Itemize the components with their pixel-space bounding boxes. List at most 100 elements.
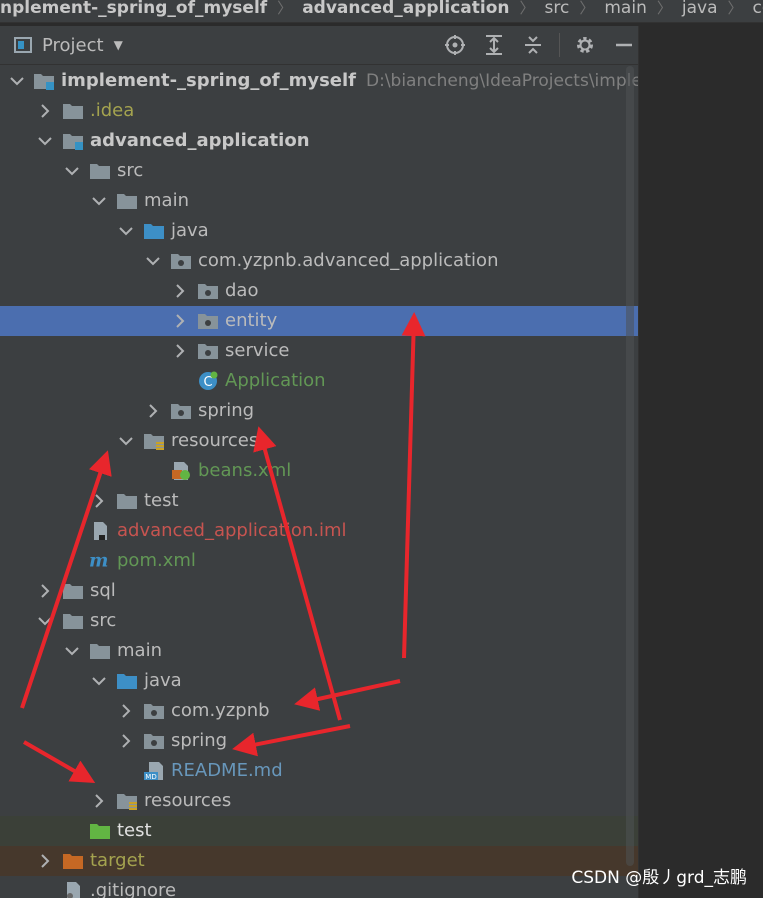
- tree-node[interactable]: .gitignore: [0, 876, 638, 898]
- spring-class-icon: C: [197, 371, 219, 391]
- tree-node[interactable]: dao: [0, 276, 638, 306]
- tree-node[interactable]: java: [0, 666, 638, 696]
- tree-node[interactable]: C Application: [0, 366, 638, 396]
- gear-icon[interactable]: [571, 31, 599, 59]
- folder-icon: [116, 491, 138, 511]
- tree-node[interactable]: main: [0, 186, 638, 216]
- tree-node[interactable]: sql: [0, 576, 638, 606]
- project-view-selector[interactable]: Project ▼: [0, 35, 123, 56]
- package-icon: [170, 251, 192, 271]
- tree-node[interactable]: resources: [0, 426, 638, 456]
- chevron-down-icon[interactable]: [118, 226, 134, 236]
- breadcrumb-item[interactable]: com: [753, 0, 763, 17]
- package-icon: [143, 701, 165, 721]
- chevron-down-icon[interactable]: [91, 676, 107, 686]
- tree-node[interactable]: .idea: [0, 96, 638, 126]
- chevron-right-icon[interactable]: [118, 704, 134, 718]
- chevron-down-icon[interactable]: [37, 136, 53, 146]
- resources-folder-icon: [143, 431, 165, 451]
- package-icon: [143, 731, 165, 751]
- tree-node[interactable]: spring: [0, 396, 638, 426]
- tree-node-label: service: [225, 340, 290, 361]
- tree-node[interactable]: com.yzpnb.advanced_application: [0, 246, 638, 276]
- breadcrumb-item[interactable]: java: [682, 0, 718, 17]
- tree-scrollbar[interactable]: [626, 66, 634, 866]
- chevron-right-icon[interactable]: [91, 794, 107, 808]
- chevron-down-icon[interactable]: [64, 166, 80, 176]
- project-tree[interactable]: implement-_spring_of_myself D:\biancheng\…: [0, 66, 638, 898]
- folder-icon: [116, 191, 138, 211]
- chevron-down-icon[interactable]: [118, 436, 134, 446]
- breadcrumb-separator: 〉: [579, 0, 595, 17]
- tree-node[interactable]: com.yzpnb: [0, 696, 638, 726]
- tree-node-label: .gitignore: [90, 880, 177, 898]
- tree-node[interactable]: advanced_application: [0, 126, 638, 156]
- tree-node-label: advanced_application.iml: [117, 520, 347, 541]
- tree-node[interactable]: main: [0, 636, 638, 666]
- chevron-right-icon[interactable]: [172, 314, 188, 328]
- tree-node-label: beans.xml: [198, 460, 292, 481]
- tree-node-label: main: [144, 190, 189, 211]
- tree-node-label: advanced_application: [90, 130, 310, 151]
- tree-node[interactable]: resources: [0, 786, 638, 816]
- tree-node[interactable]: test: [0, 486, 638, 516]
- tree-node[interactable]: beans.xml: [0, 456, 638, 486]
- chevron-right-icon[interactable]: [37, 104, 53, 118]
- chevron-down-icon[interactable]: [64, 646, 80, 656]
- breadcrumb-item[interactable]: main: [604, 0, 646, 17]
- resources-folder-icon: [116, 791, 138, 811]
- tree-node-label: test: [144, 490, 179, 511]
- chevron-down-icon[interactable]: [10, 76, 24, 86]
- chevron-right-icon[interactable]: [172, 344, 188, 358]
- tree-node-label: implement-_spring_of_myself: [61, 70, 356, 91]
- tree-node[interactable]: entity: [0, 306, 638, 336]
- tree-node-label: java: [144, 670, 182, 691]
- tree-node[interactable]: src: [0, 156, 638, 186]
- collapse-all-icon[interactable]: [519, 31, 547, 59]
- chevron-down-icon[interactable]: [91, 196, 107, 206]
- tree-node[interactable]: implement-_spring_of_myself D:\biancheng\…: [0, 66, 638, 96]
- breadcrumb-separator: 〉: [277, 0, 293, 17]
- chevron-right-icon[interactable]: [118, 734, 134, 748]
- chevron-right-icon[interactable]: [145, 404, 161, 418]
- chevron-right-icon[interactable]: [37, 854, 53, 868]
- tree-node[interactable]: src: [0, 606, 638, 636]
- tree-node-label: target: [90, 850, 145, 871]
- tree-node[interactable]: service: [0, 336, 638, 366]
- tree-node-label: entity: [225, 310, 278, 331]
- tree-node-label: java: [171, 220, 209, 241]
- tree-node[interactable]: m pom.xml: [0, 546, 638, 576]
- source-folder-icon: [143, 221, 165, 241]
- tree-node[interactable]: test: [0, 816, 638, 846]
- test-folder-icon: [89, 821, 111, 841]
- tree-node[interactable]: advanced_application.iml: [0, 516, 638, 546]
- tree-node[interactable]: java: [0, 216, 638, 246]
- tree-node[interactable]: target: [0, 846, 638, 876]
- tree-node-label: pom.xml: [117, 550, 196, 571]
- tree-node[interactable]: spring: [0, 726, 638, 756]
- project-panel-title: Project: [42, 34, 104, 56]
- chevron-down-icon: ▼: [113, 38, 123, 52]
- hide-icon[interactable]: [610, 31, 638, 59]
- editor-area[interactable]: [638, 26, 763, 898]
- tree-node[interactable]: MD README.md: [0, 756, 638, 786]
- breadcrumb-item[interactable]: advanced_application: [302, 0, 509, 17]
- svg-text:MD: MD: [145, 773, 156, 781]
- module-folder-icon: [62, 131, 84, 151]
- expand-all-icon[interactable]: [480, 31, 508, 59]
- svg-text:m: m: [89, 551, 108, 571]
- tree-node-label: .idea: [90, 100, 135, 121]
- tree-node-label: spring: [198, 400, 255, 421]
- chevron-down-icon[interactable]: [37, 616, 53, 626]
- locate-icon[interactable]: [441, 31, 469, 59]
- package-icon: [197, 341, 219, 361]
- tree-node-label: resources: [144, 790, 232, 811]
- chevron-right-icon[interactable]: [37, 584, 53, 598]
- breadcrumb-item[interactable]: src: [545, 0, 570, 17]
- breadcrumb-item[interactable]: nplement-_spring_of_myself: [0, 0, 267, 17]
- chevron-right-icon[interactable]: [172, 284, 188, 298]
- package-icon: [197, 311, 219, 331]
- folder-icon: [89, 161, 111, 181]
- chevron-right-icon[interactable]: [91, 494, 107, 508]
- chevron-down-icon[interactable]: [145, 256, 161, 266]
